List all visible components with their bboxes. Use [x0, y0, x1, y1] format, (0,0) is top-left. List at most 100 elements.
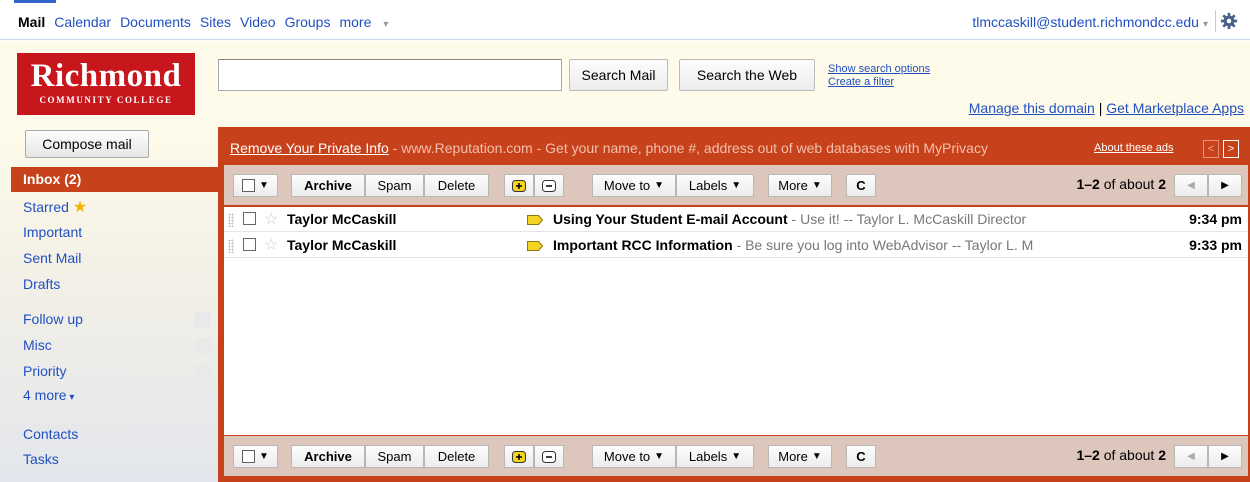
message-row[interactable]: ☆ Taylor McCaskill Important RCC Informa… — [224, 233, 1248, 258]
mark-not-important-button[interactable] — [534, 445, 564, 468]
newer-page-icon[interactable]: ◀ — [1174, 174, 1208, 197]
label-color-swatch[interactable] — [195, 312, 211, 328]
ad-next-icon[interactable]: > — [1223, 140, 1239, 158]
labels-label: Labels — [688, 449, 728, 464]
active-app-indicator — [14, 0, 56, 3]
important-minus-icon — [542, 179, 556, 192]
message-checkbox[interactable] — [243, 212, 256, 225]
spam-button[interactable]: Spam — [365, 445, 424, 468]
search-input[interactable] — [218, 59, 562, 91]
nav-video[interactable]: Video — [240, 14, 276, 30]
label-color-swatch[interactable] — [195, 364, 211, 380]
mark-not-important-button[interactable] — [534, 174, 564, 197]
search-mail-button[interactable]: Search Mail — [569, 59, 668, 91]
importance-marker-icon[interactable] — [527, 215, 543, 225]
sidebar-item-follow-up[interactable]: Follow up — [23, 311, 83, 327]
chevron-down-icon: ▼ — [654, 180, 665, 191]
pagination-info: 1–2 of about 2 — [1076, 176, 1166, 192]
older-page-icon[interactable]: ▶ — [1208, 174, 1242, 197]
domain-links: Manage this domain | Get Marketplace App… — [969, 100, 1244, 116]
divider — [1215, 10, 1216, 32]
delete-button[interactable]: Delete — [424, 445, 489, 468]
select-all-dropdown[interactable]: ▼ — [233, 174, 278, 197]
nav-more[interactable]: more ▾ — [339, 14, 397, 30]
pagination-info: 1–2 of about 2 — [1076, 447, 1166, 463]
about-ads-link[interactable]: About these ads — [1092, 137, 1174, 159]
star-icon[interactable]: ☆ — [264, 233, 278, 258]
richmond-logo[interactable]: Richmond COMMUNITY COLLEGE — [17, 53, 195, 115]
manage-domain-link[interactable]: Manage this domain — [969, 100, 1095, 116]
move-to-dropdown[interactable]: Move to ▼ — [592, 445, 676, 468]
chevron-down-icon: ▼ — [259, 451, 269, 462]
sidebar-item-inbox[interactable]: Inbox (2) — [11, 167, 218, 192]
nav-groups[interactable]: Groups — [285, 14, 331, 30]
chevron-down-icon: ▼ — [811, 180, 822, 191]
archive-button[interactable]: Archive — [291, 445, 365, 468]
delete-button[interactable]: Delete — [424, 174, 489, 197]
nav-calendar[interactable]: Calendar — [54, 14, 111, 30]
message-sender: Taylor McCaskill — [287, 211, 397, 227]
header: Richmond COMMUNITY COLLEGE Search Mail S… — [0, 41, 1250, 127]
archive-button[interactable]: Archive — [291, 174, 365, 197]
nav-mail[interactable]: Mail — [18, 14, 45, 30]
gear-icon[interactable] — [1220, 12, 1238, 30]
drag-handle-icon[interactable] — [228, 239, 234, 253]
refresh-icon[interactable]: C — [846, 445, 876, 468]
top-navigation-bar: Mail Calendar Documents Sites Video Grou… — [0, 0, 1250, 40]
sidebar-item-drafts[interactable]: Drafts — [23, 276, 60, 292]
labels-label: Labels — [688, 178, 728, 193]
compose-mail-button[interactable]: Compose mail — [25, 130, 149, 158]
sidebar-item-starred[interactable]: Starred ★ — [23, 197, 87, 217]
nav-sites[interactable]: Sites — [200, 14, 231, 30]
checkbox[interactable] — [242, 450, 256, 463]
ad-prev-icon[interactable]: < — [1203, 140, 1219, 158]
message-toolbar-top: ▼ Archive Spam Delete Move to ▼ Labels ▼ M… — [224, 165, 1248, 205]
marketplace-link[interactable]: Get Marketplace Apps — [1106, 100, 1244, 116]
sidebar-item-priority[interactable]: Priority — [23, 363, 67, 379]
chevron-down-icon: ▾ — [383, 19, 389, 30]
mark-important-button[interactable] — [504, 445, 534, 468]
create-filter-link[interactable]: Create a filter — [828, 76, 930, 89]
checkbox[interactable] — [242, 179, 256, 192]
select-all-dropdown[interactable]: ▼ — [233, 445, 278, 468]
ad-link[interactable]: Remove Your Private Info — [230, 140, 389, 156]
important-plus-icon — [512, 450, 526, 463]
labels-dropdown[interactable]: Labels ▼ — [676, 174, 754, 197]
newer-page-icon[interactable]: ◀ — [1174, 445, 1208, 468]
chevron-down-icon: ▼ — [259, 180, 269, 191]
nav-more-label: more — [339, 14, 372, 30]
sidebar-item-tasks[interactable]: Tasks — [23, 451, 59, 467]
spam-button[interactable]: Spam — [365, 174, 424, 197]
older-page-icon[interactable]: ▶ — [1208, 445, 1242, 468]
chevron-down-icon: ▼ — [654, 451, 665, 462]
important-plus-icon — [512, 179, 526, 192]
message-time: 9:33 pm — [1189, 237, 1242, 253]
sidebar-item-important[interactable]: Important — [23, 224, 82, 240]
labels-dropdown[interactable]: Labels ▼ — [676, 445, 754, 468]
star-icon[interactable]: ☆ — [264, 207, 278, 232]
sidebar-item-more-labels[interactable]: 4 more ▾ — [23, 387, 74, 403]
account-email: tlmccaskill@student.richmondcc.edu — [972, 14, 1199, 30]
search-web-button[interactable]: Search the Web — [679, 59, 815, 91]
importance-marker-icon[interactable] — [527, 241, 543, 251]
nav-documents[interactable]: Documents — [120, 14, 191, 30]
message-checkbox[interactable] — [243, 238, 256, 251]
move-to-dropdown[interactable]: Move to ▼ — [592, 174, 676, 197]
sidebar-item-misc[interactable]: Misc — [23, 337, 52, 353]
label-color-swatch[interactable] — [195, 338, 211, 354]
more-actions-dropdown[interactable]: More ▼ — [768, 445, 832, 468]
account-menu[interactable]: tlmccaskill@student.richmondcc.edu ▾ — [972, 14, 1208, 30]
show-search-options-link[interactable]: Show search options — [828, 63, 930, 76]
sidebar-item-contacts[interactable]: Contacts — [23, 426, 78, 442]
message-row[interactable]: ☆ Taylor McCaskill Using Your Student E-… — [224, 207, 1248, 232]
sidebar-item-sent-mail[interactable]: Sent Mail — [23, 250, 81, 266]
move-to-label: Move to — [603, 178, 651, 193]
page-range: 1–2 — [1076, 176, 1100, 192]
message-toolbar-bottom: ▼ Archive Spam Delete Move to ▼ Labels ▼ M… — [224, 436, 1248, 476]
more-actions-dropdown[interactable]: More ▼ — [768, 174, 832, 197]
chevron-down-icon: ▼ — [731, 451, 742, 462]
chevron-down-icon: ▾ — [1202, 19, 1208, 30]
refresh-icon[interactable]: C — [846, 174, 876, 197]
drag-handle-icon[interactable] — [228, 213, 234, 227]
mark-important-button[interactable] — [504, 174, 534, 197]
